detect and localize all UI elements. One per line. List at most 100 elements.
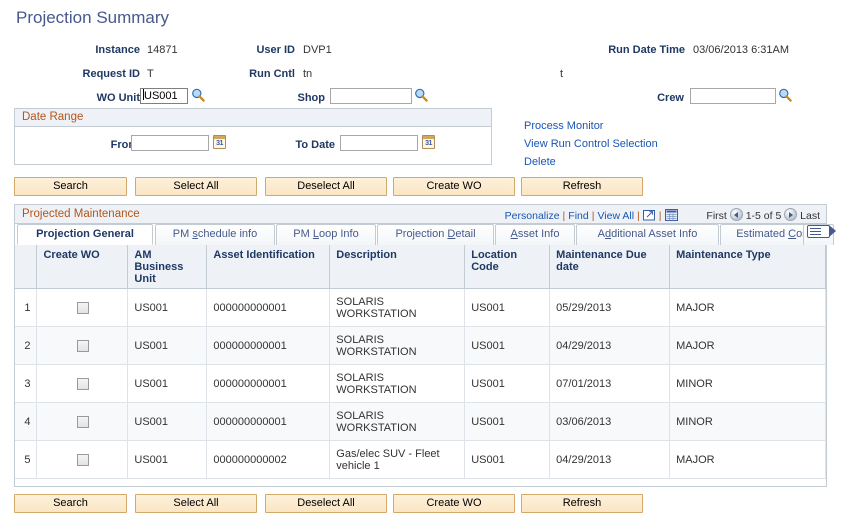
row-maintenance-due-date: 05/29/2013 — [549, 288, 671, 327]
request-id-value: T — [147, 68, 154, 80]
row-create-wo-cell[interactable] — [36, 402, 129, 441]
tab-additional-asset-info[interactable]: Additional Asset Info — [576, 224, 719, 245]
row-location-code: US001 — [464, 326, 551, 365]
grid-header-bar: Projected Maintenance Personalize | Find | V… — [15, 205, 826, 224]
deselect-all-button-top[interactable]: Deselect All — [265, 177, 387, 196]
row-index: 4 — [15, 402, 38, 441]
from-date-calendar-icon[interactable]: 31 — [213, 135, 226, 149]
crew-label: Crew — [657, 92, 684, 104]
crew-lookup-icon[interactable] — [778, 88, 792, 102]
personalize-link[interactable]: Personalize — [505, 210, 560, 222]
run-date-time-value: 03/06/2013 6:31AM — [693, 44, 790, 56]
row-maintenance-type: MAJOR — [669, 288, 826, 327]
find-link[interactable]: Find — [568, 210, 588, 222]
download-to-spreadsheet-icon[interactable] — [664, 209, 678, 221]
row-am-business-unit: US001 — [127, 326, 208, 365]
select-all-button-bottom[interactable]: Select All — [135, 494, 257, 513]
row-create-wo-cell[interactable] — [36, 364, 129, 403]
refresh-button-top[interactable]: Refresh — [521, 177, 643, 196]
row-location-code: US001 — [464, 402, 551, 441]
wo-unit-label: WO Unit — [96, 92, 140, 104]
table-header-row: Create WO AM Business Unit Asset Identif… — [15, 245, 826, 289]
row-description: SOLARIS WORKSTATION — [329, 326, 466, 365]
deselect-all-button-bottom[interactable]: Deselect All — [265, 494, 387, 513]
row-index: 2 — [15, 326, 38, 365]
table-row[interactable]: 1 US001 000000000001 SOLARIS WORKSTATION… — [15, 288, 826, 327]
col-maintenance-type: Maintenance Type — [669, 245, 826, 289]
show-next-tabs-icon[interactable] — [803, 224, 836, 245]
search-button-top[interactable]: Search — [14, 177, 127, 196]
to-date-calendar-icon[interactable]: 31 — [422, 135, 435, 149]
col-index — [15, 245, 38, 289]
link-view-run-control-selection[interactable]: View Run Control Selection — [524, 138, 658, 150]
row-asset-identification: 000000000002 — [206, 440, 331, 479]
wo-unit-lookup-icon[interactable] — [191, 88, 205, 102]
create-wo-button-bottom[interactable]: Create WO — [393, 494, 515, 513]
next-arrow-icon[interactable] — [784, 208, 798, 221]
from-date-input[interactable] — [131, 135, 209, 151]
table-row[interactable]: 5 US001 000000000002 Gas/elec SUV - Flee… — [15, 440, 826, 479]
tab-asset-info[interactable]: Asset Info — [495, 224, 575, 245]
user-id-label: User ID — [256, 44, 295, 56]
row-index: 1 — [15, 288, 38, 327]
toolbar-sep-2: | — [591, 210, 595, 222]
view-all-link[interactable]: View All — [597, 210, 634, 222]
instance-value: 14871 — [147, 44, 178, 56]
pager-first-label[interactable]: First — [706, 210, 726, 222]
toolbar-sep-1: | — [562, 210, 566, 222]
expand-window-icon[interactable] — [642, 209, 656, 221]
crew-input[interactable] — [690, 88, 776, 104]
create-wo-checkbox[interactable] — [76, 301, 89, 314]
col-create-wo: Create WO — [36, 245, 129, 289]
row-maintenance-type: MAJOR — [669, 440, 826, 479]
row-am-business-unit: US001 — [127, 288, 208, 327]
pager-last-label[interactable]: Last — [800, 210, 820, 222]
row-asset-identification: 000000000001 — [206, 326, 331, 365]
wo-unit-input[interactable]: US001 — [140, 88, 188, 104]
table-row[interactable]: 4 US001 000000000001 SOLARIS WORKSTATION… — [15, 402, 826, 441]
run-date-time-label: Run Date Time — [608, 44, 685, 56]
shop-lookup-icon[interactable] — [414, 88, 428, 102]
table-row[interactable]: 2 US001 000000000001 SOLARIS WORKSTATION… — [15, 326, 826, 365]
tab-pm-loop-info[interactable]: PM Loop Info — [276, 224, 376, 245]
create-wo-button-top[interactable]: Create WO — [393, 177, 515, 196]
create-wo-checkbox[interactable] — [76, 415, 89, 428]
row-description: SOLARIS WORKSTATION — [329, 402, 466, 441]
row-create-wo-cell[interactable] — [36, 288, 129, 327]
previous-arrow-icon[interactable] — [729, 208, 743, 221]
col-description: Description — [329, 245, 466, 289]
select-all-button-top[interactable]: Select All — [135, 177, 257, 196]
row-create-wo-cell[interactable] — [36, 326, 129, 365]
row-maintenance-type: MINOR — [669, 364, 826, 403]
date-range-groupbox: Date Range From Date 31 To Date 31 — [14, 108, 492, 165]
link-delete[interactable]: Delete — [524, 156, 556, 168]
tab-projection-detail[interactable]: Projection Detail — [377, 224, 494, 245]
create-wo-checkbox[interactable] — [76, 377, 89, 390]
search-button-bottom[interactable]: Search — [14, 494, 127, 513]
create-wo-checkbox[interactable] — [76, 453, 89, 466]
row-create-wo-cell[interactable] — [36, 440, 129, 479]
tab-projection-general-label: Projection General — [36, 228, 134, 240]
row-description: Gas/elec SUV - Fleet vehicle 1 — [329, 440, 466, 479]
wo-unit-input-value: US001 — [144, 90, 178, 102]
next-tabs-glyph — [807, 225, 836, 238]
shop-input[interactable] — [330, 88, 412, 104]
tab-projection-general[interactable]: Projection General — [17, 224, 153, 245]
to-date-label: To Date — [295, 139, 335, 151]
instance-label: Instance — [95, 44, 140, 56]
date-range-group-title: Date Range — [15, 109, 491, 127]
row-description: SOLARIS WORKSTATION — [329, 364, 466, 403]
row-am-business-unit: US001 — [127, 364, 208, 403]
shop-label: Shop — [297, 92, 326, 104]
row-maintenance-due-date: 07/01/2013 — [549, 364, 671, 403]
create-wo-checkbox[interactable] — [76, 339, 89, 352]
table-row[interactable]: 3 US001 000000000001 SOLARIS WORKSTATION… — [15, 364, 826, 403]
link-process-monitor[interactable]: Process Monitor — [524, 120, 603, 132]
tab-pm-schedule-info[interactable]: PM schedule info — [155, 224, 275, 245]
refresh-button-bottom[interactable]: Refresh — [521, 494, 643, 513]
request-id-label: Request ID — [82, 68, 140, 80]
col-location-code: Location Code — [464, 245, 551, 289]
row-maintenance-type: MINOR — [669, 402, 826, 441]
to-date-input[interactable] — [340, 135, 418, 151]
projection-general-table: Create WO AM Business Unit Asset Identif… — [15, 245, 826, 479]
